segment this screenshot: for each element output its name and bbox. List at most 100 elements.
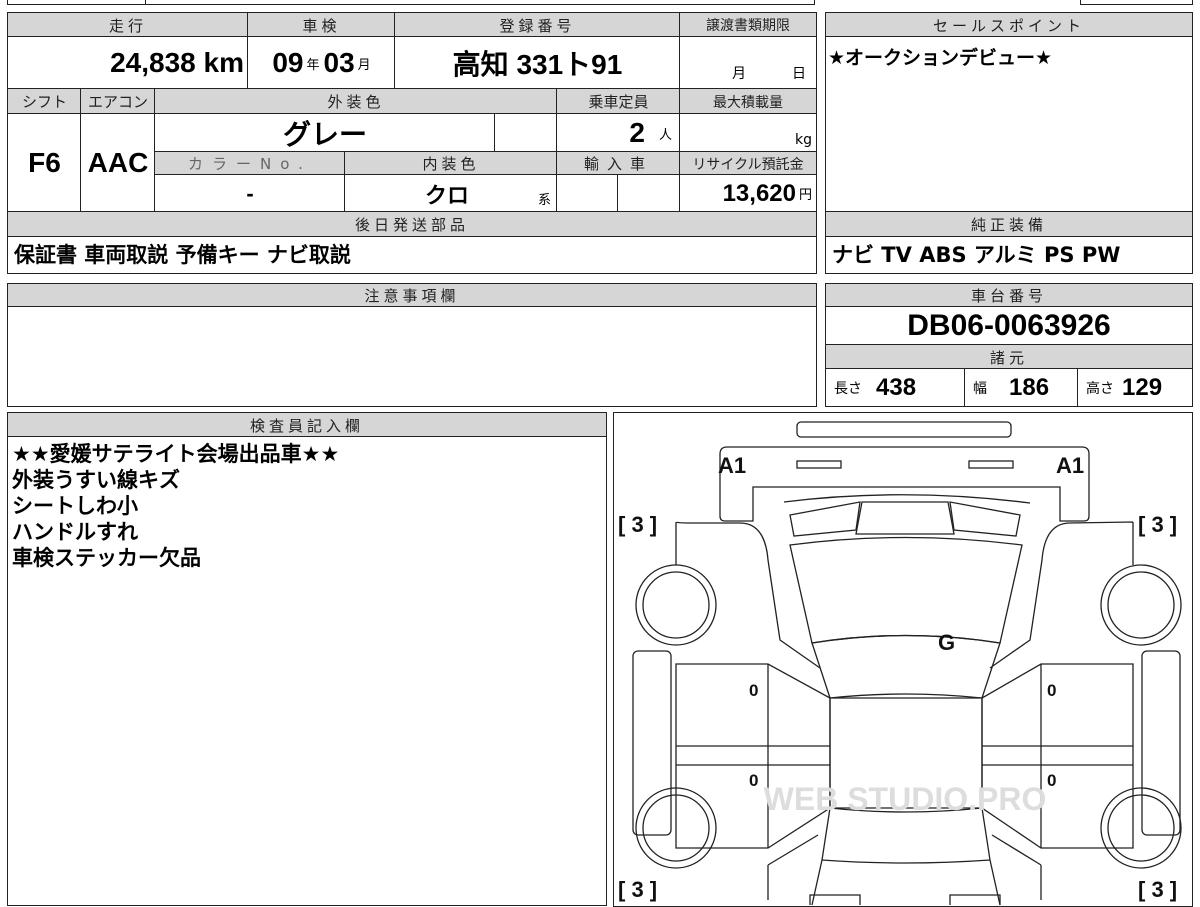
length-label: 長さ: [834, 379, 862, 396]
width-cell: 幅 186: [964, 368, 1079, 407]
shift-header: シフト: [7, 88, 82, 115]
deadline-month-unit: 月: [732, 66, 746, 82]
recycle-fee-unit: 円: [798, 187, 812, 202]
headlight-right: [967, 459, 1014, 469]
front-fenders: [674, 520, 1134, 669]
top-strip-cell: [1080, 0, 1193, 5]
top-strip-cell: [7, 0, 157, 5]
inspector-line: シートしわ小: [12, 494, 138, 518]
height-value: 129: [1122, 373, 1163, 401]
inspection-month: 03: [323, 47, 355, 78]
inspector-line: 外装うすい線キズ: [12, 468, 180, 492]
month-unit: 月: [357, 56, 371, 72]
width-label: 幅: [973, 379, 987, 396]
deadline-day-unit: 日: [792, 66, 806, 82]
notes-area: [7, 306, 817, 407]
mileage-unit: km: [203, 47, 244, 78]
capacity-number: 2: [629, 117, 645, 148]
mileage-number: 24,838: [110, 47, 196, 78]
chassis-value: DB06-0063926: [825, 306, 1193, 346]
wheel-rear-right: [1106, 793, 1175, 862]
car-outline: WEB STUDIO.PRO A1 A1 G 0 0 0 0 [ 3 ] [ 3…: [618, 420, 1182, 905]
equipment-value: ナビ TV ABS アルミ PS PW: [825, 236, 1193, 274]
aircon-header: エアコン: [80, 88, 156, 115]
watermark: WEB STUDIO.PRO: [763, 781, 1046, 817]
later-items-header: 後日発送部品: [7, 211, 817, 238]
exterior-color-header: 外装色: [154, 88, 558, 115]
tire-front-right: [1099, 563, 1182, 646]
sales-point-value: ★オークションデビュー★: [825, 36, 1193, 213]
mark-door-fl: 0: [749, 681, 758, 700]
headlight-left: [795, 459, 842, 469]
tire-rear-right: [1099, 786, 1182, 869]
side-sill-left: [631, 649, 672, 836]
front-bumper-bar: [795, 420, 1012, 438]
max-load-unit: kg: [795, 132, 812, 148]
inspector-line: ★★愛媛サテライト会場出品車★★: [12, 442, 340, 466]
interior-color-value: クロ 系: [344, 174, 558, 213]
mark-front-left: A1: [718, 453, 746, 478]
sales-point-header: セールスポイント: [825, 12, 1193, 38]
tire-tread-rr: [ 3 ]: [1138, 877, 1177, 902]
capacity-value: 2人: [556, 113, 681, 153]
exterior-color-value: グレー: [154, 113, 496, 153]
roof-front: [810, 634, 1001, 699]
transfer-deadline-header: 譲渡書類期限: [679, 12, 817, 38]
color-no-value: -: [154, 174, 346, 213]
top-strip-cell: [145, 0, 815, 5]
color-no-header: カラーNo.: [154, 151, 346, 176]
recycle-fee-header: リサイクル預託金: [679, 151, 817, 176]
later-items-value: 保証書 車両取説 予備キー ナビ取説: [7, 236, 817, 274]
aircon-value: AAC: [80, 113, 156, 213]
side-sill-right: [1140, 649, 1181, 836]
front-bumper: [718, 445, 1090, 522]
import-header: 輸入車: [556, 151, 681, 176]
specs-header: 諸元: [825, 344, 1193, 370]
recycle-fee-value: 13,620 円: [679, 174, 817, 213]
grille: [854, 500, 955, 535]
wheel-front-right: [1106, 570, 1175, 639]
year-unit: 年: [306, 56, 320, 72]
interior-color-header: 内装色: [344, 151, 558, 176]
exterior-color-extra: [494, 113, 558, 153]
interior-color-text: クロ: [425, 182, 470, 208]
mark-front-right: A1: [1056, 453, 1084, 478]
tire-tread-fl: [ 3 ]: [618, 512, 657, 537]
chassis-header: 車台番号: [825, 283, 1193, 308]
registration-value: 高知 331ト91: [394, 36, 681, 90]
wheel-front-left: [641, 570, 710, 639]
trunk-lines: [810, 859, 1001, 905]
windshield: [788, 536, 1023, 644]
length-cell: 長さ 438: [825, 368, 966, 407]
tire-front-left: [634, 563, 717, 646]
mileage-header: 走行: [7, 12, 249, 38]
capacity-header: 乗車定員: [556, 88, 681, 115]
height-cell: 高さ 129: [1077, 368, 1193, 407]
tire-tread-fr: [ 3 ]: [1138, 512, 1177, 537]
inspector-notes: ★★愛媛サテライト会場出品車★★ 外装うすい線キズ シートしわ小 ハンドルすれ …: [7, 436, 607, 906]
max-load-header: 最大積載量: [679, 88, 817, 115]
equipment-header: 純正装備: [825, 211, 1193, 238]
inspection-header: 車検: [247, 12, 396, 38]
doors-right: [980, 662, 1134, 849]
rear-quarters: [766, 833, 1042, 900]
front-light-right: [948, 500, 1021, 537]
height-label: 高さ: [1086, 379, 1114, 396]
inspector-line: 車検ステッカー欠品: [12, 546, 201, 570]
inspector-line: ハンドルすれ: [12, 520, 138, 544]
width-value: 186: [1009, 373, 1050, 401]
inspector-header: 検査員記入欄: [7, 412, 607, 438]
mileage-value: 24,838 km: [7, 36, 249, 90]
tire-tread-rl: [ 3 ]: [618, 877, 657, 902]
inspection-year: 09: [272, 47, 304, 78]
mark-door-fr: 0: [1047, 681, 1056, 700]
inspection-value: 09 年 03 月: [247, 36, 396, 90]
interior-color-unit: 系: [537, 192, 551, 207]
recycle-fee-number: 13,620: [722, 179, 796, 207]
mark-glass: G: [938, 630, 955, 655]
import-value-2: [617, 174, 681, 213]
mark-door-rl: 0: [749, 771, 758, 790]
car-diagram: WEB STUDIO.PRO A1 A1 G 0 0 0 0 [ 3 ] [ 3…: [613, 412, 1193, 907]
notes-header: 注意事項欄: [7, 283, 817, 308]
front-light-left: [788, 500, 861, 537]
